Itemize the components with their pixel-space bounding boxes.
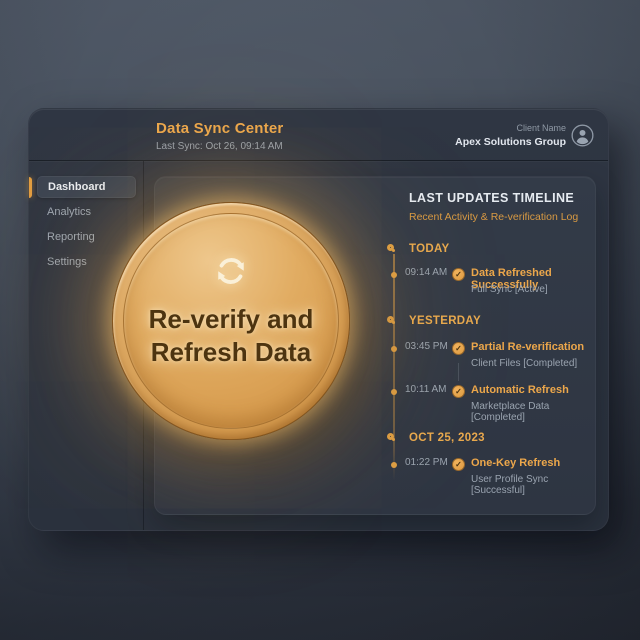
event-time: 01:22 PM bbox=[405, 457, 448, 468]
timeline-subtitle: Recent Activity & Re-verification Log bbox=[409, 211, 578, 223]
refresh-data-button[interactable]: Re-verify and Refresh Data bbox=[112, 202, 350, 440]
avatar[interactable] bbox=[571, 126, 594, 149]
event-dot-icon bbox=[391, 346, 397, 352]
desktop-background: Data Sync Center Last Sync: Oct 26, 09:1… bbox=[0, 0, 640, 640]
event-detail: Client Files [Completed] bbox=[471, 358, 577, 369]
refresh-button-label: Re-verify and Refresh Data bbox=[149, 303, 314, 369]
last-sync-status: Last Sync: Oct 26, 09:14 AM bbox=[156, 141, 283, 152]
event-time: 10:11 AM bbox=[405, 384, 447, 395]
sidebar-item-label: Dashboard bbox=[48, 181, 105, 193]
event-title: Partial Re-verification bbox=[471, 341, 584, 353]
event-time: 09:14 AM bbox=[405, 267, 447, 278]
section-bullet-icon bbox=[387, 244, 394, 251]
timeline-event[interactable]: 01:22 PM ✓ One-Key Refresh User Profile … bbox=[155, 454, 595, 494]
page-title: Data Sync Center bbox=[156, 120, 283, 137]
event-dot-icon bbox=[391, 462, 397, 468]
section-label: OCT 25, 2023 bbox=[409, 432, 485, 444]
event-detail: User Profile Sync [Successful] bbox=[471, 474, 595, 496]
event-detail: Full Sync [Active] bbox=[471, 284, 548, 295]
sidebar-item-settings[interactable]: Settings bbox=[37, 251, 136, 273]
badge-connector-line bbox=[458, 363, 459, 381]
check-glyph: ✓ bbox=[455, 271, 462, 279]
check-badge-icon: ✓ bbox=[452, 342, 465, 355]
section-label: YESTERDAY bbox=[409, 315, 481, 327]
user-icon bbox=[571, 124, 594, 152]
sidebar-item-label: Settings bbox=[47, 256, 87, 268]
client-name-label: Client Name bbox=[455, 121, 566, 135]
event-time: 03:45 PM bbox=[405, 341, 448, 352]
refresh-icon bbox=[210, 250, 252, 303]
event-title: Automatic Refresh bbox=[471, 384, 569, 396]
app-header: Data Sync Center Last Sync: Oct 26, 09:1… bbox=[29, 109, 608, 161]
refresh-button-line2: Refresh Data bbox=[149, 336, 314, 369]
check-glyph: ✓ bbox=[455, 388, 462, 396]
active-item-accent-bar bbox=[29, 177, 32, 198]
check-badge-icon: ✓ bbox=[452, 385, 465, 398]
check-glyph: ✓ bbox=[455, 345, 462, 353]
event-dot-icon bbox=[391, 389, 397, 395]
sidebar-item-label: Reporting bbox=[47, 231, 95, 243]
section-label: TODAY bbox=[409, 243, 450, 255]
sidebar-item-dashboard[interactable]: Dashboard bbox=[37, 176, 136, 198]
check-glyph: ✓ bbox=[455, 461, 462, 469]
sidebar-item-reporting[interactable]: Reporting bbox=[37, 226, 136, 248]
section-bullet-icon bbox=[387, 433, 394, 440]
check-badge-icon: ✓ bbox=[452, 268, 465, 281]
check-badge-icon: ✓ bbox=[452, 458, 465, 471]
event-detail: Marketplace Data [Completed] bbox=[471, 401, 595, 423]
client-info: Client Name Apex Solutions Group bbox=[455, 121, 566, 149]
event-title: One-Key Refresh bbox=[471, 457, 560, 469]
section-bullet-icon bbox=[387, 316, 394, 323]
refresh-button-line1: Re-verify and bbox=[149, 303, 314, 336]
sidebar-item-label: Analytics bbox=[47, 206, 91, 218]
refresh-button-face: Re-verify and Refresh Data bbox=[123, 213, 339, 429]
timeline-title: LAST UPDATES TIMELINE bbox=[409, 191, 574, 205]
client-name-value: Apex Solutions Group bbox=[455, 135, 566, 149]
sidebar-item-analytics[interactable]: Analytics bbox=[37, 201, 136, 223]
event-dot-icon bbox=[391, 272, 397, 278]
